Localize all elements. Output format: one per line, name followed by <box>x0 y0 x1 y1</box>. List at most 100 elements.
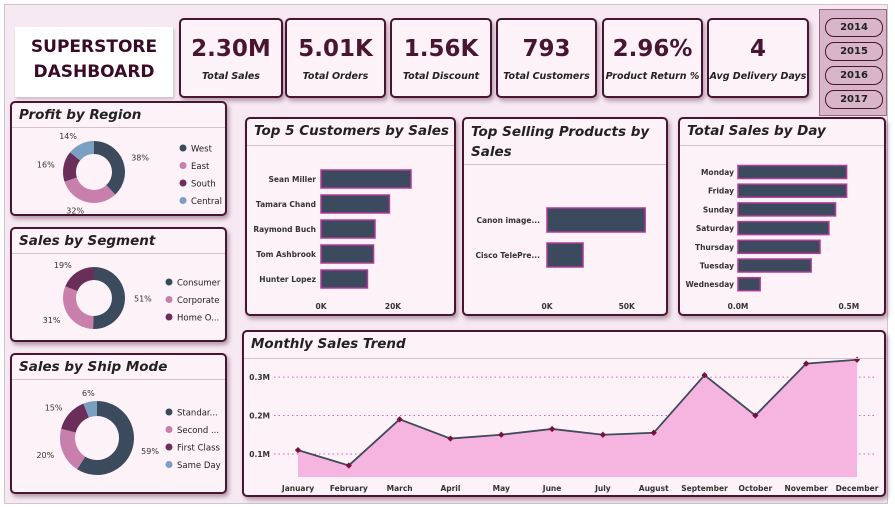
kpi-label: Avg Delivery Days <box>709 71 807 82</box>
bar[interactable] <box>737 164 848 180</box>
category-label: Cisco TelePre... <box>476 251 541 260</box>
kpi-value: 2.96% <box>612 36 693 62</box>
chart-title: Sales by Segment <box>19 233 156 249</box>
bar[interactable] <box>320 169 412 189</box>
legend-label[interactable]: West <box>191 145 213 155</box>
kpi-total-customers: 793 Total Customers <box>496 18 597 98</box>
monthly-sales-trend-chart: 0.1M 0.2M 0.3M January February March April May… <box>249 356 879 493</box>
category-label: Wednesday <box>686 280 735 289</box>
bar[interactable] <box>546 242 584 268</box>
x-tick-label: 0K <box>541 302 553 311</box>
legend-label[interactable]: Home O... <box>177 314 219 324</box>
donut-data-label: 51% <box>134 295 152 304</box>
dashboard-title: SUPERSTORE DASHBOARD <box>15 27 173 97</box>
panel-sales-by-day: Total Sales by Day Monday Friday Sunday Sat… <box>678 117 886 316</box>
dashboard-title-line-1: SUPERSTORE <box>30 37 158 57</box>
legend-marker <box>165 461 173 468</box>
chart-title: Sales by Ship Mode <box>19 359 168 375</box>
donut-slice-0[interactable] <box>94 141 126 195</box>
legend-label[interactable]: Standar... <box>177 409 218 419</box>
category-label: Monday <box>701 168 734 177</box>
x-tick-label: October <box>739 484 773 493</box>
category-label: Hunter Lopez <box>259 275 316 284</box>
donut-data-label: 59% <box>141 447 159 456</box>
panel-sales-by-segment: Sales by Segment 51% 31% 19% Consumer Corpor… <box>10 227 227 342</box>
panel-top-products: Top Selling Products by Sales Canon imag… <box>462 117 668 316</box>
bar[interactable] <box>320 219 376 239</box>
donut-slice-1[interactable] <box>63 286 94 329</box>
x-tick-label: March <box>387 484 413 493</box>
donut-data-label: 16% <box>37 161 55 170</box>
donut-data-label: 31% <box>43 316 61 325</box>
bar[interactable] <box>320 194 391 214</box>
donut-slice-1[interactable] <box>64 177 116 203</box>
bar[interactable] <box>737 220 830 236</box>
kpi-label: Product Return % <box>605 71 700 82</box>
bar[interactable] <box>320 244 375 264</box>
title-divider <box>12 253 225 254</box>
legend-label[interactable]: Central <box>191 197 222 207</box>
kpi-value: 4 <box>749 36 766 62</box>
category-label: Friday <box>708 187 734 196</box>
x-tick-label: June <box>542 484 562 493</box>
legend-label[interactable]: South <box>191 180 216 190</box>
x-tick-label: 20K <box>385 302 402 311</box>
kpi-value: 2.30M <box>191 36 271 62</box>
legend-label[interactable]: Consumer <box>177 279 221 289</box>
legend-marker <box>165 408 173 416</box>
x-tick-label: November <box>784 484 828 493</box>
year-button-2017[interactable]: 2017 <box>825 90 883 109</box>
year-button-2016[interactable]: 2016 <box>825 66 883 85</box>
title-divider <box>12 127 225 128</box>
donut-slice-2[interactable] <box>65 267 94 292</box>
legend-label[interactable]: Same Day <box>177 461 221 471</box>
bar[interactable] <box>737 183 848 198</box>
chart-title: Total Sales by Day <box>687 123 826 139</box>
legend-marker <box>179 144 187 152</box>
kpi-total-discount: 1.56K Total Discount <box>390 18 492 98</box>
category-label: Sunday <box>703 205 734 214</box>
bar[interactable] <box>737 239 821 255</box>
kpi-label: Total Sales <box>202 71 260 82</box>
bar[interactable] <box>737 276 761 292</box>
bar[interactable] <box>737 258 812 273</box>
title-divider <box>680 145 884 146</box>
kpi-value: 1.56K <box>403 36 479 62</box>
category-label: Raymond Buch <box>253 225 316 234</box>
legend-marker <box>165 313 173 321</box>
year-button-2014[interactable]: 2014 <box>825 18 883 37</box>
x-tick-label: September <box>681 484 728 493</box>
donut-slice-2[interactable] <box>61 403 89 433</box>
legend-label[interactable]: First Class <box>177 444 221 454</box>
x-tick-label: 0K <box>315 302 327 311</box>
legend-label[interactable]: Corporate <box>177 296 220 306</box>
kpi-label: Total Customers <box>503 71 590 82</box>
panel-monthly-sales-trend: Monthly Sales Trend 0.1M 0.2M 0.3M January F… <box>242 330 886 497</box>
y-tick-label: 0.1M <box>249 450 270 459</box>
legend-label[interactable]: Second ... <box>177 426 219 436</box>
chart-title: Profit by Region <box>19 107 142 123</box>
sales-by-ship-mode-chart: 59% 20% 15% 6% Standar... Second ... First Cla… <box>36 389 221 475</box>
donut-data-label: 20% <box>36 451 54 460</box>
legend-label[interactable]: East <box>191 162 210 172</box>
donut-slice-0[interactable] <box>93 267 125 329</box>
chart-title: Top Selling Products by Sales <box>471 124 650 160</box>
chart-title: Monthly Sales Trend <box>251 336 406 352</box>
category-label: Canon image... <box>477 216 541 225</box>
category-label: Saturday <box>696 224 734 233</box>
bar[interactable] <box>546 207 646 233</box>
bar[interactable] <box>737 202 837 217</box>
x-tick-label: 0.5M <box>838 302 859 311</box>
bar[interactable] <box>320 269 369 289</box>
title-divider <box>247 145 454 146</box>
chart-title: Top 5 Customers by Sales <box>254 123 449 139</box>
top-customers-chart: Sean Miller Tamara Chand Raymond Buch Tom A… <box>253 169 412 311</box>
kpi-label: Total Discount <box>402 71 480 82</box>
x-tick-label: 0.0M <box>728 302 749 311</box>
dashboard-title-line-2: DASHBOARD <box>33 62 155 82</box>
x-tick-label: May <box>493 484 510 493</box>
year-button-2015[interactable]: 2015 <box>825 42 883 61</box>
title-divider <box>12 379 225 380</box>
legend-marker <box>165 278 173 286</box>
sales-by-day-chart: Monday Friday Sunday Saturday Thursday Tuesda… <box>686 164 859 311</box>
